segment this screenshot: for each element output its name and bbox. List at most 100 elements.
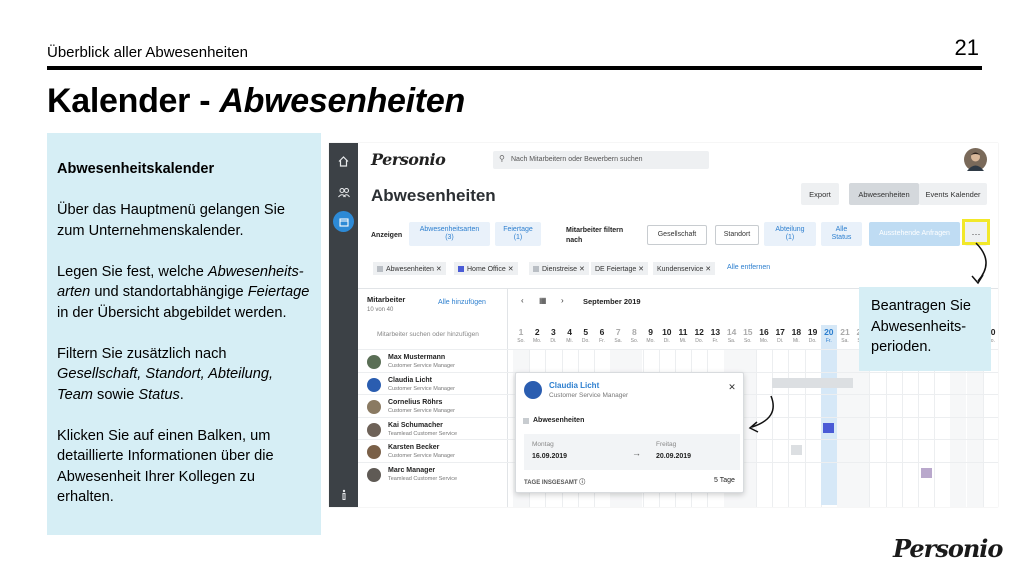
filter-label: Abwesenheitsarten: [419, 226, 480, 233]
day-weekday: Di.: [663, 338, 670, 344]
callout-box: Beantragen Sie Abwesenheits-perioden.: [859, 287, 991, 371]
filter-abteilung[interactable]: Abteilung (1): [764, 222, 816, 246]
employee-name[interactable]: Marc Manager: [388, 467, 435, 474]
tab-events-kalender[interactable]: Events Kalender: [919, 183, 987, 205]
close-icon[interactable]: ✕: [724, 379, 740, 395]
filter-label: Abteilung: [775, 226, 805, 233]
day-column-header: 18 Mi.: [788, 327, 804, 344]
employee-name[interactable]: Max Mustermann: [388, 354, 445, 361]
filter-label: Feiertage: [503, 226, 533, 233]
export-button[interactable]: Export: [801, 183, 839, 205]
day-number: 11: [678, 327, 688, 337]
absence-bar[interactable]: [920, 467, 932, 478]
day-number: 12: [694, 327, 704, 337]
home-icon[interactable]: [333, 151, 354, 172]
day-column-header: 15 So.: [740, 327, 756, 344]
employee-search-input[interactable]: Mitarbeiter suchen oder hinzufügen: [377, 331, 479, 338]
filter-gesellschaft[interactable]: Gesellschaft: [647, 225, 707, 245]
employee-role: Customer Service Manager: [388, 363, 455, 369]
employees-count: 10 von 40: [367, 307, 394, 313]
absence-bar[interactable]: [772, 377, 854, 388]
info-icon[interactable]: [333, 484, 354, 505]
filter-chip[interactable]: Kundenservice ✕: [653, 262, 716, 275]
filter-chip[interactable]: Dienstreise ✕: [529, 262, 589, 275]
popup-employee-name[interactable]: Claudia Licht: [549, 381, 599, 390]
day-weekday: Sa.: [727, 338, 736, 344]
day-number: 19: [807, 327, 818, 337]
from-date: 16.09.2019: [532, 453, 568, 460]
day-weekday: Do.: [695, 338, 704, 344]
chip-label: Abwesenheiten ✕: [386, 266, 442, 273]
day-weekday: Do.: [808, 338, 817, 344]
popup-date-range: Montag 16.09.2019 → Freitag 20.09.2019: [524, 434, 740, 470]
employee-name[interactable]: Kai Schumacher: [388, 422, 443, 429]
info-text-italic: Feiertage: [247, 284, 310, 300]
user-avatar[interactable]: [964, 148, 987, 171]
info-box-paragraph-2: Legen Sie fest, welche Abwesenheits-arte…: [57, 262, 311, 324]
day-number: 2: [534, 327, 540, 337]
filter-abwesenheitsarten[interactable]: Abwesenheitsarten (3): [409, 222, 490, 246]
employee-name[interactable]: Cornelius Röhrs: [388, 399, 442, 406]
day-column-header: 9 Mo.: [643, 327, 659, 344]
employee-role: Customer Service Manager: [388, 408, 455, 414]
filter-chip[interactable]: Abwesenheiten ✕: [373, 262, 446, 275]
absence-type-swatch: [523, 418, 529, 424]
filter-count: (1): [513, 234, 523, 241]
day-weekday: So.: [630, 338, 639, 344]
personio-logo: Personio: [893, 534, 1003, 563]
day-column-header: 6 Fr.: [594, 327, 610, 344]
info-box-paragraph-4: Klicken Sie auf einen Balken, um detaill…: [57, 427, 274, 506]
page-number: 21: [954, 35, 979, 60]
filter-chip[interactable]: DE Feiertage ✕: [591, 262, 649, 275]
day-weekday: Mi.: [679, 338, 687, 344]
app-logo[interactable]: Personio: [371, 150, 446, 169]
filter-mitarbeiter-line-2: nach: [566, 237, 583, 244]
filter-label: Alle: [835, 226, 848, 233]
calendar-picker-icon[interactable]: ▦: [539, 296, 547, 305]
add-all-employees-link[interactable]: Alle hinzufügen: [438, 299, 486, 306]
day-column-header: 3 Di.: [545, 327, 561, 344]
slide-title-plain: Kalender -: [47, 82, 220, 120]
tab-abwesenheiten[interactable]: Abwesenheiten: [849, 183, 919, 205]
info-text: Filtern Sie zusätzlich nach: [57, 345, 227, 362]
employee-name[interactable]: Karsten Becker: [388, 444, 439, 451]
highlight-box: [962, 219, 990, 245]
employee-name[interactable]: Claudia Licht: [388, 377, 432, 384]
day-number: 10: [662, 327, 672, 337]
day-column-header: 21 Sa.: [837, 327, 853, 344]
search-icon: ⚲: [499, 154, 505, 163]
filter-chip[interactable]: Home Office ✕: [454, 262, 518, 275]
employee-role: Teamlead Customer Service: [388, 475, 458, 482]
app-sidebar: [329, 143, 358, 507]
pending-requests-button[interactable]: Ausstehende Anfragen: [869, 222, 960, 246]
info-text: .: [179, 386, 184, 403]
prev-month-button[interactable]: ‹: [521, 296, 524, 305]
calendar-icon[interactable]: [333, 211, 354, 232]
day-weekday: Di.: [550, 338, 557, 344]
search-input[interactable]: ⚲ Nach Mitarbeitern oder Bewerbern suche…: [493, 151, 709, 169]
filter-status[interactable]: Alle Status: [821, 222, 862, 246]
absence-bar[interactable]: [790, 445, 802, 455]
info-text-italic: Status: [138, 386, 180, 403]
slide-subtitle: Überblick aller Abwesenheiten: [47, 44, 248, 61]
remove-all-filters-link[interactable]: Alle entfernen: [727, 264, 770, 271]
avatar: [367, 445, 381, 459]
filter-mitarbeiter-line-1: Mitarbeiter filtern: [566, 227, 624, 234]
popup-avatar: [524, 381, 542, 399]
absence-popup: Claudia Licht Customer Service Manager ✕…: [515, 372, 744, 493]
filter-mitarbeiter-label: Mitarbeiter filtern nach: [566, 226, 623, 246]
page-title: Abwesenheiten: [371, 186, 496, 205]
day-weekday: Mi.: [793, 338, 800, 344]
month-label: September 2019: [583, 297, 641, 306]
people-icon[interactable]: [333, 182, 354, 203]
absence-bar[interactable]: [823, 422, 835, 433]
avatar: [367, 467, 381, 482]
next-month-button[interactable]: ›: [561, 296, 564, 305]
filter-standort[interactable]: Standort: [715, 225, 759, 245]
day-column-header: 8 So.: [626, 327, 642, 344]
filter-feiertage[interactable]: Feiertage (1): [495, 222, 541, 246]
day-number: 14: [726, 327, 737, 337]
day-number: 1: [518, 327, 524, 337]
day-weekday: Fr.: [712, 338, 719, 344]
day-number: 16: [759, 327, 769, 337]
